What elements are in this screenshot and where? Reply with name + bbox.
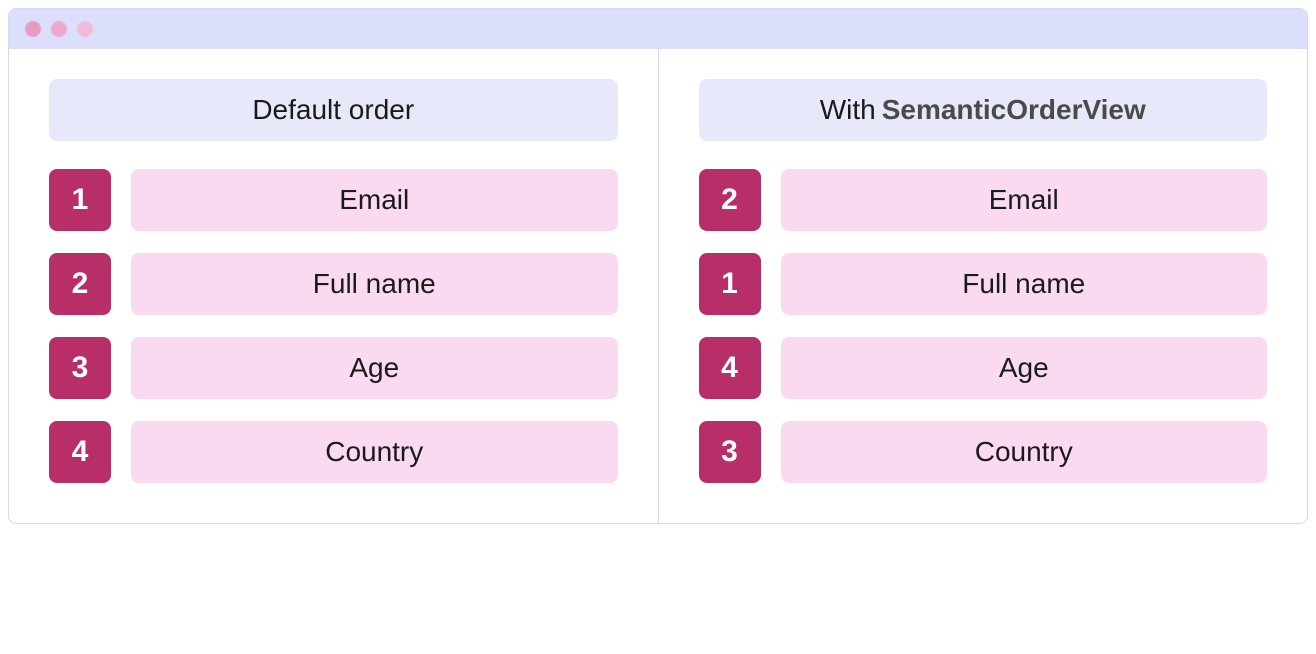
minimize-icon[interactable]	[51, 21, 67, 37]
field-row: 3 Country	[699, 421, 1268, 483]
field-label-chip: Country	[781, 421, 1268, 483]
pane-title: With SemanticOrderView	[699, 79, 1268, 141]
field-row: 4 Country	[49, 421, 618, 483]
field-row: 1 Full name	[699, 253, 1268, 315]
field-row: 1 Email	[49, 169, 618, 231]
order-number-badge: 3	[49, 337, 111, 399]
order-number-badge: 2	[699, 169, 761, 231]
field-label-chip: Full name	[781, 253, 1268, 315]
pane-default-order: Default order 1 Email 2 Full name 3 Age …	[9, 49, 659, 523]
field-row: 3 Age	[49, 337, 618, 399]
field-label-chip: Age	[781, 337, 1268, 399]
field-label-chip: Country	[131, 421, 618, 483]
order-number-badge: 3	[699, 421, 761, 483]
two-column-content: Default order 1 Email 2 Full name 3 Age …	[9, 49, 1307, 523]
order-number-badge: 1	[49, 169, 111, 231]
pane-title-prefix: With	[820, 94, 876, 126]
pane-semantic-order: With SemanticOrderView 2 Email 1 Full na…	[659, 49, 1308, 523]
order-number-badge: 1	[699, 253, 761, 315]
order-number-badge: 4	[49, 421, 111, 483]
close-icon[interactable]	[25, 21, 41, 37]
field-row: 2 Email	[699, 169, 1268, 231]
pane-title-code: SemanticOrderView	[882, 94, 1146, 126]
window-titlebar	[9, 9, 1307, 49]
field-row: 2 Full name	[49, 253, 618, 315]
pane-title-text: Default order	[252, 94, 414, 126]
field-label-chip: Email	[781, 169, 1268, 231]
field-label-chip: Email	[131, 169, 618, 231]
example-window: Default order 1 Email 2 Full name 3 Age …	[8, 8, 1308, 524]
field-label-chip: Age	[131, 337, 618, 399]
order-number-badge: 4	[699, 337, 761, 399]
zoom-icon[interactable]	[77, 21, 93, 37]
field-label-chip: Full name	[131, 253, 618, 315]
field-row: 4 Age	[699, 337, 1268, 399]
pane-title: Default order	[49, 79, 618, 141]
order-number-badge: 2	[49, 253, 111, 315]
